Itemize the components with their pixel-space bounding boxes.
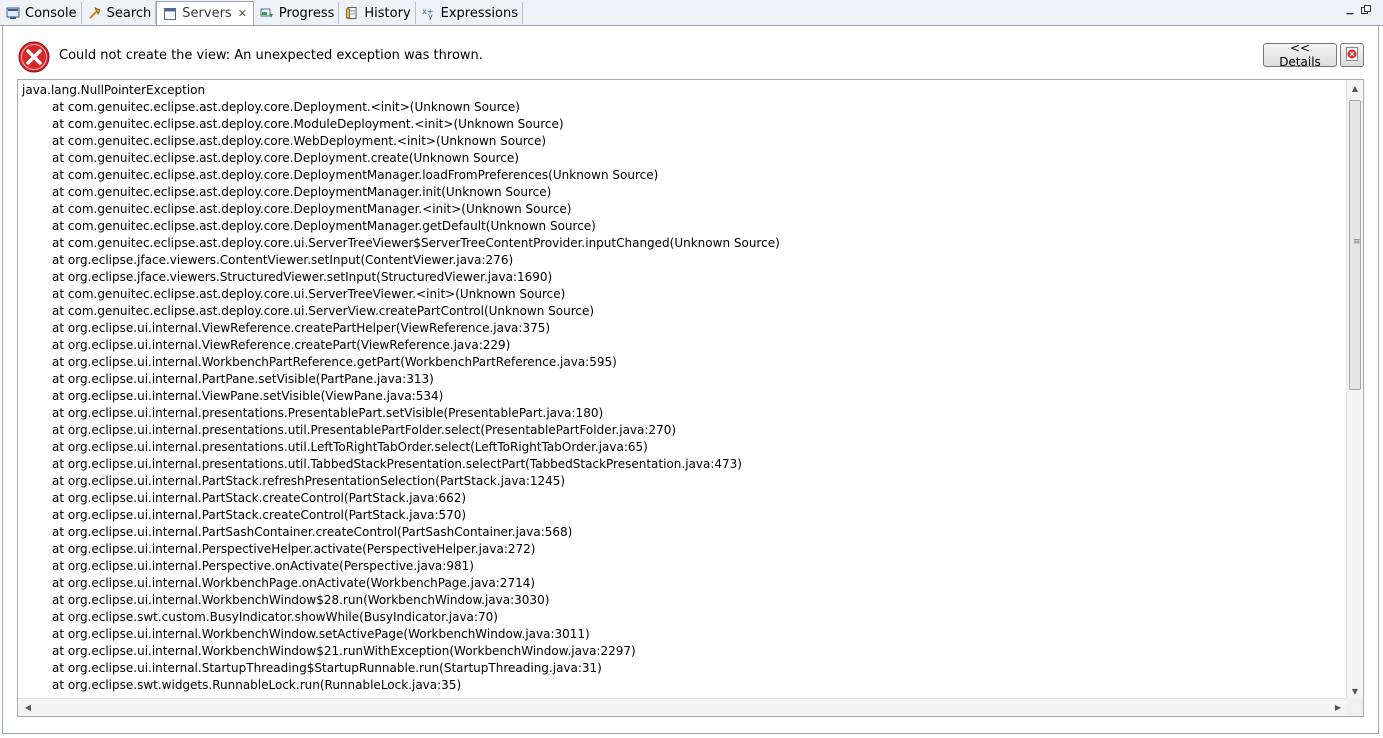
stack-frame-line: at org.eclipse.ui.internal.PartStack.ref… — [52, 474, 566, 488]
stack-frame-line: at org.eclipse.ui.internal.ViewPane.setV… — [52, 389, 444, 403]
stack-frame-line: at com.genuitec.eclipse.ast.deploy.core.… — [52, 100, 520, 114]
stack-frame-line: at org.eclipse.ui.internal.ViewReference… — [52, 338, 511, 352]
stack-frame-line: at com.genuitec.eclipse.ast.deploy.core.… — [52, 185, 552, 199]
grip-icon: ≡ — [1353, 237, 1361, 247]
exception-line: java.lang.NullPointerException — [22, 83, 206, 97]
stack-frame-line: at org.eclipse.ui.internal.PartSashConta… — [52, 525, 573, 539]
stack-frame-line: at org.eclipse.ui.internal.StartupThread… — [52, 661, 602, 675]
stack-frame-line: at org.eclipse.ui.internal.PartStack.cre… — [52, 508, 467, 522]
stack-frame-line: at com.genuitec.eclipse.ast.deploy.core.… — [52, 168, 659, 182]
search-icon — [87, 5, 103, 21]
stack-frame-line: at org.eclipse.jface.viewers.StructuredV… — [52, 270, 553, 284]
servers-view-panel: Could not create the view: An unexpected… — [2, 26, 1379, 734]
close-icon[interactable]: ✕ — [238, 7, 247, 20]
stack-frame-line: at org.eclipse.ui.internal.presentations… — [52, 440, 648, 454]
vertical-scrollbar[interactable]: ▲ ≡ ▼ — [1346, 80, 1363, 699]
stack-frame-line: at com.genuitec.eclipse.ast.deploy.core.… — [52, 304, 595, 318]
stack-trace-box[interactable]: java.lang.NullPointerException at com.gen… — [17, 79, 1364, 717]
tab-history[interactable]: History — [339, 2, 416, 24]
stack-frame-line: at org.eclipse.jface.viewers.ContentView… — [52, 253, 514, 267]
tab-search[interactable]: Search — [82, 2, 157, 24]
view-tabs: Console Search Servers ✕ Progress Histor… — [0, 1, 523, 25]
stack-frame-line: at org.eclipse.ui.internal.Perspective.o… — [52, 559, 474, 573]
tab-label: Console — [25, 5, 77, 21]
stack-frame-line: at org.eclipse.ui.internal.presentations… — [52, 406, 604, 420]
error-log-icon — [1344, 46, 1360, 65]
stack-frame-line: at org.eclipse.ui.internal.presentations… — [52, 457, 742, 471]
tab-label: Search — [106, 5, 152, 21]
tab-label: Expressions — [440, 5, 518, 21]
horizontal-scrollbar[interactable]: ◀ ▶ — [18, 698, 1348, 716]
stack-trace-text: java.lang.NullPointerException at com.gen… — [18, 82, 1346, 698]
scroll-up-icon[interactable]: ▲ — [1347, 80, 1363, 96]
stack-frame-line: at org.eclipse.ui.internal.WorkbenchWind… — [52, 644, 636, 658]
tab-progress[interactable]: Progress — [254, 2, 340, 24]
stack-frame-line: at com.genuitec.eclipse.ast.deploy.core.… — [52, 151, 519, 165]
scroll-right-icon[interactable]: ▶ — [1330, 699, 1346, 716]
tab-label: Servers — [182, 6, 232, 21]
stack-frame-line: at org.eclipse.ui.internal.ViewReference… — [52, 321, 551, 335]
stack-frame-line: at org.eclipse.swt.widgets.RunnableLock.… — [52, 678, 462, 692]
minimize-icon[interactable]: ▁ — [1343, 3, 1357, 17]
stack-frame-line: at com.genuitec.eclipse.ast.deploy.core.… — [52, 219, 596, 233]
stack-frame-line: at org.eclipse.ui.internal.PartPane.setV… — [52, 372, 434, 386]
stack-frame-line: at org.eclipse.swt.custom.BusyIndicator.… — [52, 610, 498, 624]
error-message: Could not create the view: An unexpected… — [59, 48, 483, 63]
scroll-corner — [1346, 698, 1363, 716]
stack-frame-line: at org.eclipse.ui.internal.WorkbenchWind… — [52, 627, 590, 641]
maximize-icon[interactable] — [1359, 3, 1373, 17]
stack-frame-line: at org.eclipse.ui.internal.WorkbenchPart… — [52, 355, 617, 369]
stack-frame-line: at com.genuitec.eclipse.ast.deploy.core.… — [52, 117, 564, 131]
stack-frame-line: at org.eclipse.ui.internal.WorkbenchWind… — [52, 593, 550, 607]
stack-frame-line: at org.eclipse.ui.internal.presentations… — [52, 423, 677, 437]
tab-console[interactable]: Console — [0, 2, 82, 24]
tab-label: Progress — [278, 5, 335, 21]
history-icon — [344, 5, 360, 21]
tab-expressions[interactable]: x+ y Expressions — [416, 2, 523, 24]
stack-frame-line: at org.eclipse.ui.internal.WorkbenchPage… — [52, 576, 536, 590]
scroll-left-icon[interactable]: ◀ — [20, 699, 36, 716]
scrollbar-thumb[interactable]: ≡ — [1349, 100, 1361, 390]
svg-text:y: y — [428, 12, 433, 20]
stack-frame-line: at com.genuitec.eclipse.ast.deploy.core.… — [52, 287, 566, 301]
console-icon — [5, 5, 21, 21]
restore-view-button[interactable] — [1340, 43, 1364, 67]
stack-frame-line: at org.eclipse.ui.internal.PerspectiveHe… — [52, 542, 536, 556]
scroll-down-icon[interactable]: ▼ — [1347, 683, 1363, 699]
stack-frame-line: at org.eclipse.ui.internal.PartStack.cre… — [52, 491, 467, 505]
expressions-icon: x+ y — [421, 5, 437, 21]
details-button[interactable]: << Details — [1263, 41, 1337, 69]
servers-icon — [162, 6, 178, 22]
stack-frame-line: at com.genuitec.eclipse.ast.deploy.core.… — [52, 134, 547, 148]
tab-servers[interactable]: Servers ✕ — [156, 1, 254, 25]
tab-label: History — [364, 5, 411, 21]
stack-frame-line: at com.genuitec.eclipse.ast.deploy.core.… — [52, 236, 780, 250]
view-tab-bar: Console Search Servers ✕ Progress Histor… — [0, 0, 1383, 26]
stack-frame-line: at com.genuitec.eclipse.ast.deploy.core.… — [52, 202, 572, 216]
error-icon — [18, 41, 50, 73]
progress-icon — [259, 5, 275, 21]
